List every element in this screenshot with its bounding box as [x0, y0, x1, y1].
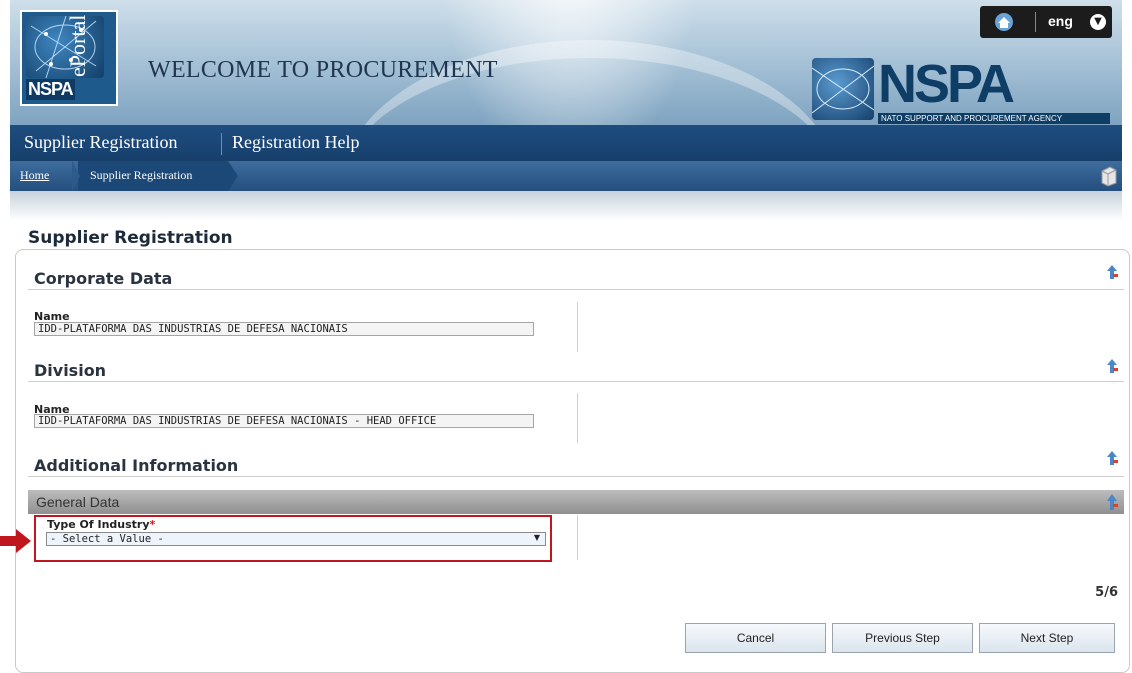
breadcrumb: Home Supplier Registration — [10, 161, 1122, 191]
collapse-arrow-icon[interactable] — [1106, 451, 1118, 465]
collapse-arrow-icon[interactable] — [1106, 494, 1118, 510]
breadcrumb-separator — [72, 161, 80, 191]
top-toolbar: eng ▼ — [980, 6, 1112, 38]
general-data-bar[interactable]: General Data — [28, 490, 1124, 514]
type-of-industry-label-text: Type Of Industry — [47, 518, 150, 531]
nav-divider — [221, 133, 222, 155]
section-divider — [28, 381, 1124, 382]
breadcrumb-end — [228, 161, 238, 191]
package-icon[interactable] — [1100, 165, 1118, 187]
toolbar-divider — [1035, 12, 1036, 32]
page-title: Supplier Registration — [28, 228, 233, 248]
breadcrumb-current: Supplier Registration — [90, 168, 193, 182]
collapse-arrow-icon[interactable] — [1106, 265, 1118, 279]
logo-nspa-text: NSPA — [26, 79, 75, 100]
column-divider — [577, 393, 578, 443]
column-divider — [577, 302, 578, 352]
collapse-arrow-icon[interactable] — [1106, 359, 1118, 373]
nav-supplier-registration[interactable]: Supplier Registration — [24, 132, 177, 153]
nspa-globe-icon — [811, 58, 875, 120]
nspa-subtitle: NATO SUPPORT AND PROCUREMENT AGENCY — [878, 113, 1110, 124]
section-divider — [28, 289, 1124, 290]
breadcrumb-home[interactable]: Home — [20, 168, 49, 183]
previous-step-button[interactable]: Previous Step — [832, 623, 973, 653]
type-of-industry-select[interactable]: - Select a Value - ▼ — [46, 532, 546, 546]
eportal-logo[interactable]: NSPA ePortal — [20, 10, 118, 106]
main-nav: Supplier Registration Registration Help — [10, 125, 1122, 161]
nav-registration-help[interactable]: Registration Help — [232, 132, 359, 153]
header-banner: NSPA ePortal WELCOME TO PROCUREMENT eng … — [10, 0, 1122, 125]
logo-eportal-text: ePortal — [65, 15, 145, 77]
nspa-wordmark: NSPA — [878, 54, 1015, 114]
next-step-button[interactable]: Next Step — [979, 623, 1115, 653]
home-icon[interactable] — [994, 13, 1014, 31]
pointer-arrow-icon — [0, 528, 32, 554]
type-of-industry-selected: - Select a Value - — [50, 533, 164, 545]
general-data-label: General Data — [36, 494, 120, 510]
step-indicator: 5/6 — [1095, 585, 1118, 600]
section-title-corporate: Corporate Data — [34, 269, 173, 288]
welcome-title: WELCOME TO PROCUREMENT — [148, 57, 498, 83]
section-title-division: Division — [34, 361, 107, 380]
header-shadow — [10, 191, 1122, 221]
page: { "header": { "logo_text": "NSPA", "logo… — [0, 0, 1132, 673]
language-selector[interactable]: eng — [1048, 13, 1073, 29]
nspa-logo: NSPA NATO SUPPORT AND PROCUREMENT AGENCY — [811, 54, 1112, 125]
section-title-additional: Additional Information — [34, 456, 239, 475]
column-divider — [577, 515, 578, 560]
chevron-down-icon[interactable]: ▼ — [1090, 14, 1106, 30]
select-caret-icon[interactable]: ▼ — [534, 533, 540, 542]
corporate-name-field[interactable]: IDD-PLATAFORMA DAS INDUSTRIAS DE DEFESA … — [34, 322, 534, 336]
cancel-button[interactable]: Cancel — [685, 623, 826, 653]
required-mark: * — [149, 518, 156, 531]
type-of-industry-label: Type Of Industry* — [47, 518, 155, 531]
division-name-field[interactable]: IDD-PLATAFORMA DAS INDUSTRIAS DE DEFESA … — [34, 414, 534, 428]
section-divider — [28, 476, 1124, 477]
